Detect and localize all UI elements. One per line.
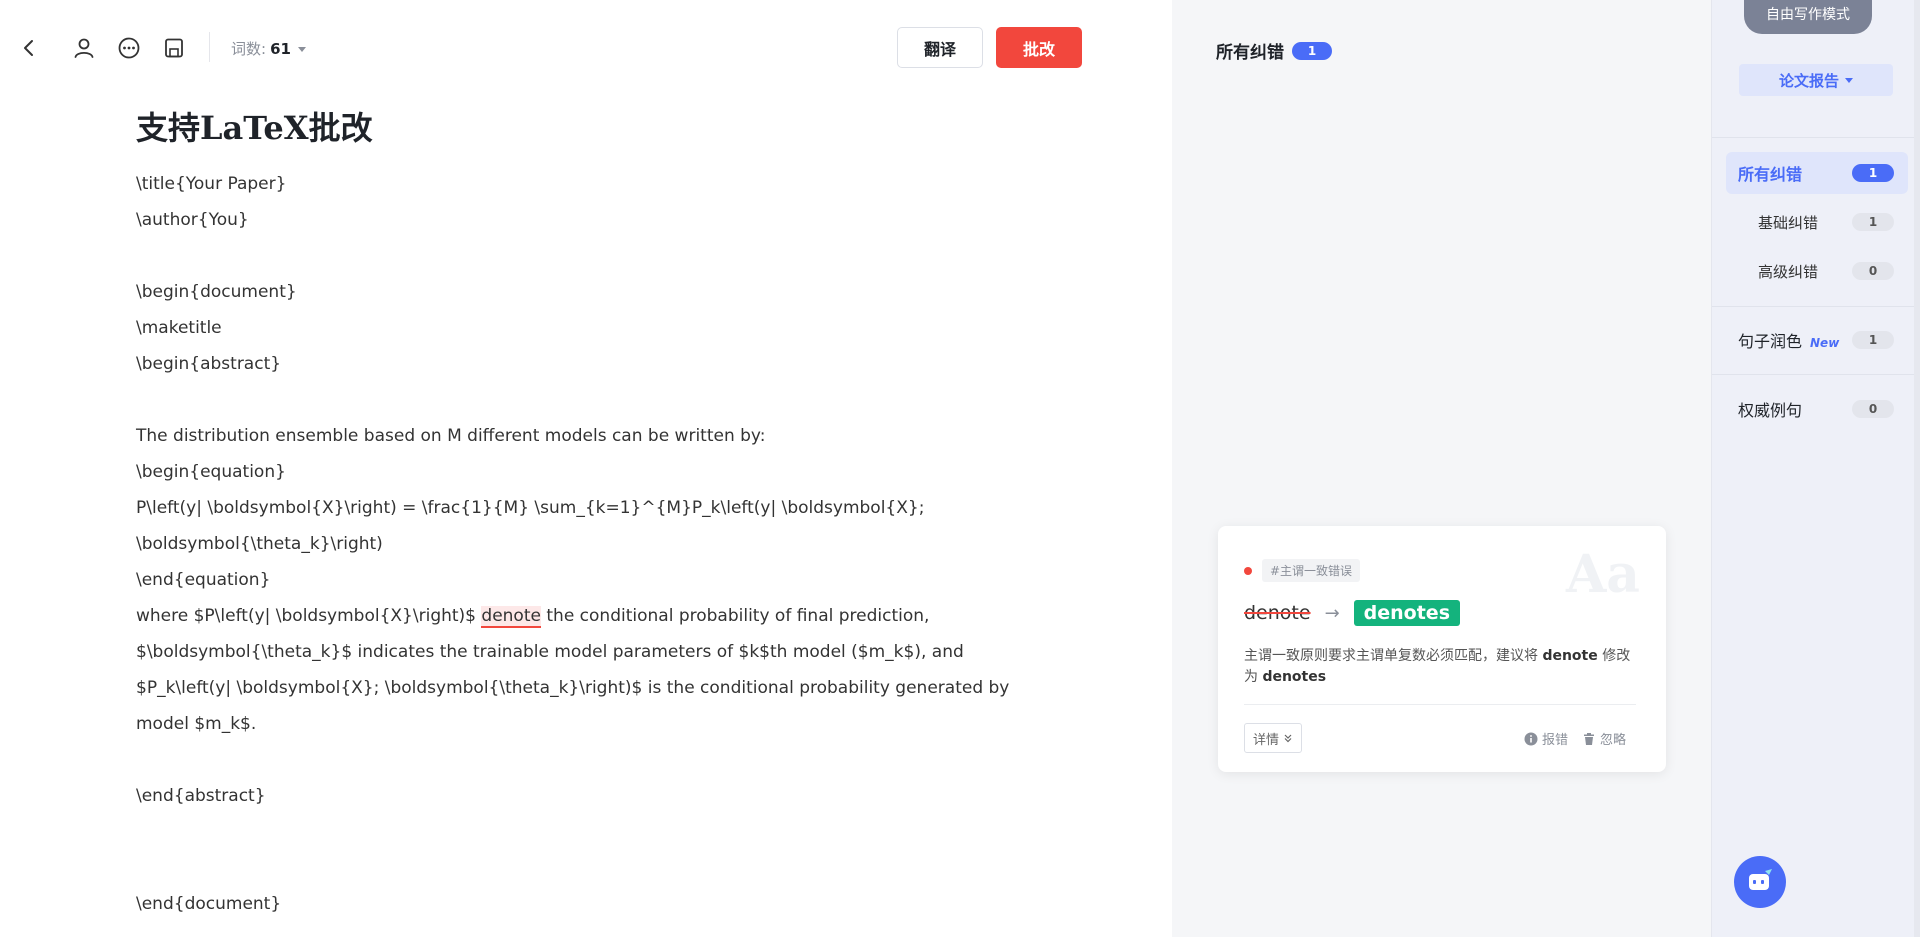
doc-line[interactable] (136, 238, 1036, 274)
error-dot-icon (1244, 566, 1252, 575)
explain-original-word: denote (1542, 648, 1598, 664)
doc-line[interactable]: \begin{document} (136, 274, 1036, 310)
error-type-tag: #主谓一致错误 (1262, 559, 1361, 582)
paper-report-label: 论文报告 (1778, 71, 1839, 90)
correction-explanation: 主谓一致原则要求主谓单复数必须匹配，建议将 denote 修改为 denotes (1244, 646, 1644, 688)
ignore-button[interactable]: 忽略 (1582, 729, 1626, 748)
report-error-button[interactable]: 报错 (1524, 729, 1568, 748)
doc-line[interactable] (136, 742, 1036, 778)
sidebar-item-basic-corrections[interactable]: 基础纠错 1 (1726, 201, 1908, 243)
writing-mode-tab[interactable]: 自由写作模式 (1744, 0, 1872, 34)
save-icon[interactable] (160, 34, 188, 62)
sidebar-item-count: 0 (1852, 262, 1894, 280)
doc-line[interactable]: \end{equation} (136, 562, 1036, 598)
panel-header: 所有纠错 1 (1216, 38, 1332, 63)
paper-report-button[interactable]: 论文报告 (1739, 64, 1893, 96)
panel-header-count: 1 (1292, 41, 1332, 60)
error-highlight[interactable]: denote (481, 606, 541, 628)
document[interactable]: 支持LaTeX批改 \title{Your Paper} \author{You… (136, 106, 1036, 922)
doc-line[interactable]: model $m_k$. (136, 706, 1036, 742)
ignore-label: 忽略 (1599, 733, 1626, 748)
sidebar-item-label: 基础纠错 (1758, 213, 1819, 232)
doc-line[interactable]: \boldsymbol{\theta_k}\right) (136, 526, 1036, 562)
right-sidebar: 自由写作模式 论文报告 所有纠错 1 基础纠错 1 高级纠错 0 句子润色 New… (1711, 0, 1920, 937)
doc-line[interactable]: \end{document} (136, 886, 1036, 922)
sidebar-item-label: 句子润色 (1738, 332, 1803, 351)
card-actions: 报错 忽略 (1524, 729, 1626, 748)
sidebar-item-label: 高级纠错 (1758, 262, 1819, 281)
detail-button[interactable]: 详情 (1244, 723, 1303, 753)
sidebar-item-advanced-corrections[interactable]: 高级纠错 0 (1726, 250, 1908, 292)
correction-panel: 所有纠错 1 Aa #主谓一致错误 denote → denotes 主谓一致原… (1172, 0, 1711, 937)
editor-area: 词数: 61 翻译 批改 支持LaTeX批改 \title{Your Paper… (0, 0, 1172, 937)
doc-line[interactable]: \title{Your Paper} (136, 166, 1036, 202)
sidebar-item-count: 1 (1852, 331, 1894, 349)
doc-line[interactable]: $\boldsymbol{\theta_k}$ indicates the tr… (136, 634, 1036, 670)
sidebar-divider (1712, 306, 1920, 307)
sidebar-item-count: 0 (1852, 400, 1894, 418)
more-icon[interactable] (115, 34, 143, 62)
user-icon[interactable] (70, 34, 98, 62)
doc-line[interactable]: $P_k\left(y| \boldsymbol{X}; \boldsymbol… (136, 670, 1036, 706)
toolbar-separator (209, 32, 210, 62)
back-icon[interactable] (15, 34, 43, 62)
doc-line[interactable]: P\left(y| \boldsymbol{X}\right) = \frac{… (136, 490, 1036, 526)
doc-line[interactable]: The distribution ensemble based on M dif… (136, 418, 1036, 454)
new-badge: New (1810, 336, 1840, 350)
error-line-after: the conditional probability of final pre… (540, 606, 930, 626)
correct-button[interactable]: 批改 (996, 27, 1082, 68)
doc-line[interactable] (136, 814, 1036, 850)
sidebar-item-label-group: 句子润色 New (1738, 328, 1839, 352)
word-count-value: 61 (270, 39, 291, 58)
sidebar-divider (1712, 137, 1920, 138)
card-divider (1244, 704, 1636, 705)
sidebar-scrollbar[interactable] (1914, 0, 1920, 937)
detail-label: 详情 (1253, 732, 1280, 748)
doc-line[interactable]: \begin{equation} (136, 454, 1036, 490)
sidebar-item-label: 权威例句 (1738, 401, 1803, 420)
sidebar-item-sentence-polish[interactable]: 句子润色 New 1 (1726, 319, 1908, 361)
info-icon (1524, 732, 1538, 745)
correction-card[interactable]: Aa #主谓一致错误 denote → denotes 主谓一致原则要求主谓单复… (1218, 526, 1666, 772)
sidebar-item-all-corrections[interactable]: 所有纠错 1 (1726, 152, 1908, 194)
wrong-word: denote (1244, 602, 1311, 624)
doc-line-with-error[interactable]: where $P\left(y| \boldsymbol{X}\right)$ … (136, 598, 1036, 634)
sidebar-divider (1712, 374, 1920, 375)
doc-line[interactable]: \begin{abstract} (136, 346, 1036, 382)
explain-suggested-word: denotes (1262, 669, 1327, 685)
doc-line[interactable]: \author{You} (136, 202, 1036, 238)
doc-line[interactable]: \maketitle (136, 310, 1036, 346)
report-error-label: 报错 (1541, 733, 1568, 748)
editor-toolbar: 词数: 61 翻译 批改 (0, 0, 1172, 94)
document-body[interactable]: \title{Your Paper} \author{You} \begin{d… (136, 166, 1036, 922)
doc-line[interactable] (136, 382, 1036, 418)
doc-line[interactable] (136, 850, 1036, 886)
sidebar-item-authoritative-examples[interactable]: 权威例句 0 (1726, 388, 1908, 430)
caret-down-icon (1845, 77, 1853, 83)
error-line-before: where $P\left(y| \boldsymbol{X}\right)$ (136, 606, 482, 626)
caret-down-icon (297, 47, 306, 52)
card-tag-row: #主谓一致错误 (1244, 559, 1361, 582)
trash-icon (1583, 732, 1594, 745)
document-title[interactable]: 支持LaTeX批改 (136, 106, 1036, 156)
robot-chat-icon (1749, 869, 1772, 890)
double-chevron-down-icon (1284, 734, 1292, 743)
correction-suggestion: denote → denotes (1244, 600, 1461, 626)
sidebar-item-count: 1 (1852, 213, 1894, 231)
card-watermark: Aa (1565, 544, 1640, 605)
suggested-word[interactable]: denotes (1353, 600, 1461, 626)
assistant-robot-button[interactable] (1734, 856, 1786, 908)
sidebar-item-count: 1 (1852, 164, 1894, 182)
word-count[interactable]: 词数: 61 (231, 38, 306, 59)
doc-line[interactable]: \end{abstract} (136, 778, 1036, 814)
translate-button[interactable]: 翻译 (897, 27, 983, 68)
arrow-icon: → (1324, 602, 1340, 624)
sidebar-item-label: 所有纠错 (1738, 165, 1803, 184)
explain-text: 主谓一致原则要求主谓单复数必须匹配，建议将 (1244, 648, 1543, 664)
word-count-label: 词数: (231, 40, 267, 58)
panel-header-label: 所有纠错 (1216, 43, 1284, 63)
